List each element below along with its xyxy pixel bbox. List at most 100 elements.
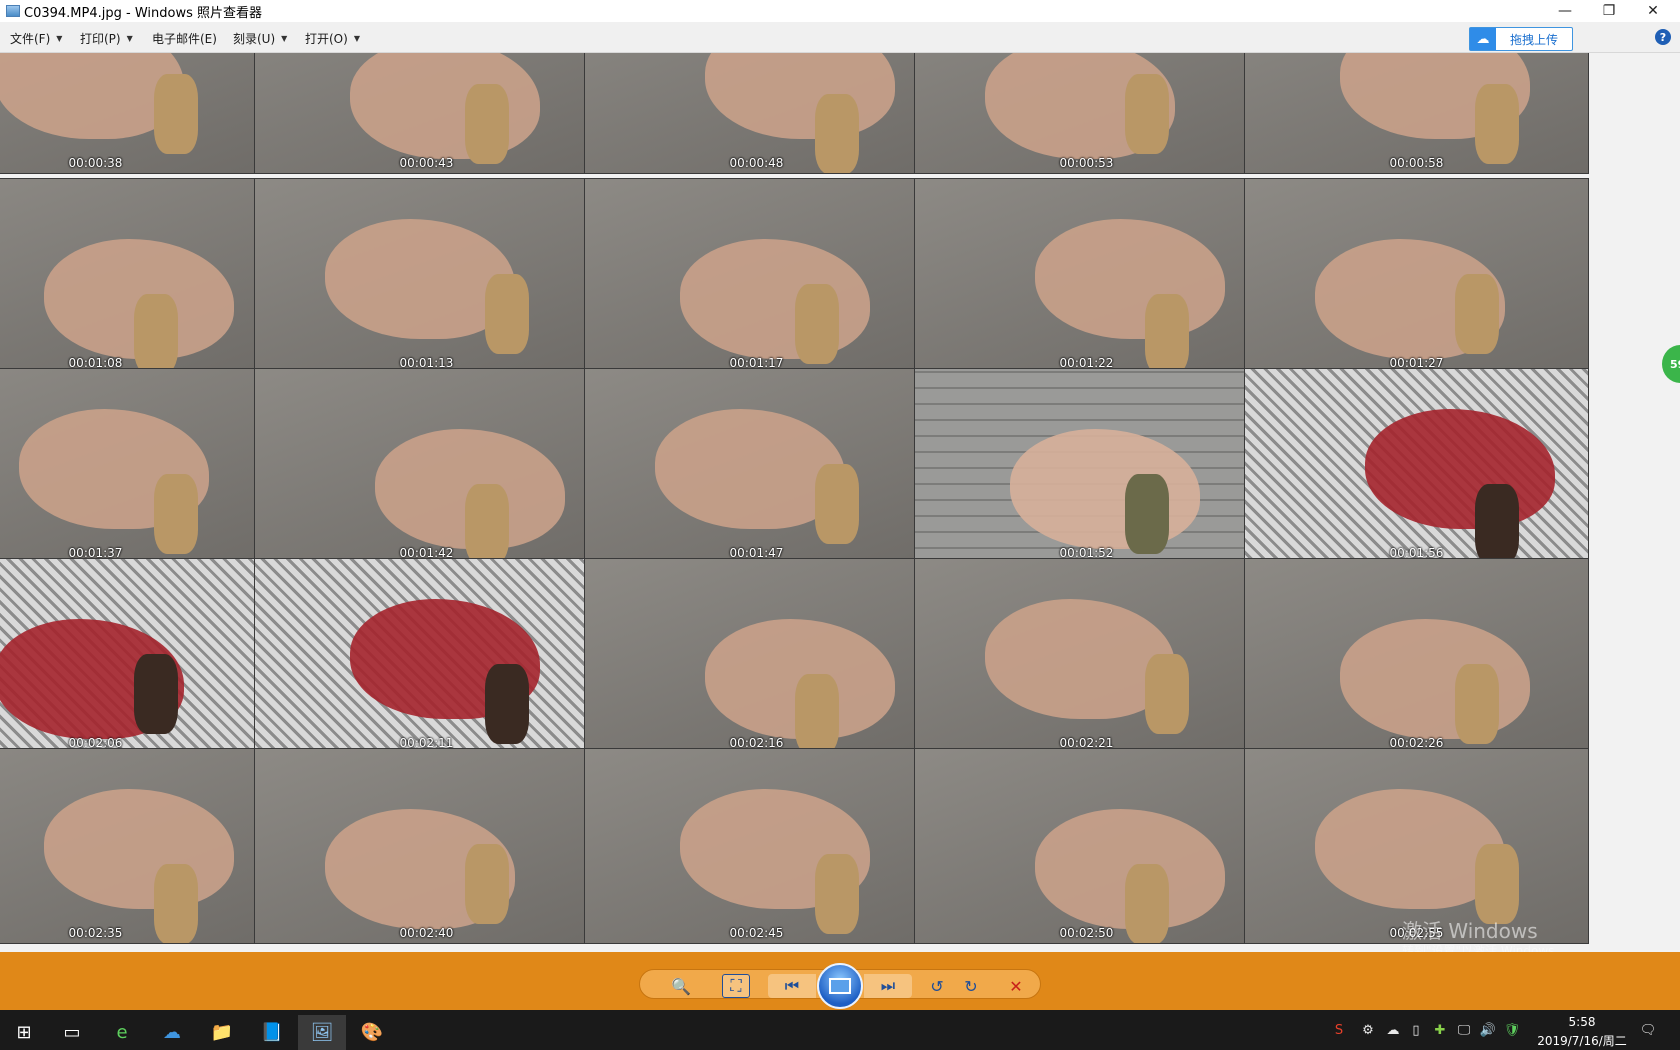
display-icon[interactable]: 🖵 bbox=[1456, 1022, 1472, 1038]
image-viewport[interactable]: 00:00:38 00:00:43 00:00:48 00:00:53 00:00:58… bbox=[0, 53, 1680, 952]
previous-icon: ⏮ bbox=[784, 976, 800, 995]
clock-time[interactable]: 5:58 bbox=[1530, 1015, 1634, 1029]
menu-burn[interactable]: 刻录(U) ▼ bbox=[233, 29, 287, 47]
clock-date[interactable]: 2019/7/16/周二 bbox=[1530, 1032, 1634, 1049]
rotate-left-button[interactable]: ↺ bbox=[924, 974, 950, 998]
next-icon: ⏭ bbox=[880, 976, 896, 995]
file-explorer-icon[interactable]: 📁 bbox=[198, 1015, 246, 1050]
thumbnail-frame: 00:01:52 bbox=[914, 368, 1259, 564]
thumbnail-detail bbox=[1475, 84, 1519, 164]
thumbnail-detail bbox=[134, 654, 178, 734]
thumbnail-frame: 00:02:45 bbox=[584, 748, 929, 944]
floating-badge[interactable]: 59 bbox=[1662, 345, 1680, 383]
thumbnail-detail bbox=[795, 284, 839, 364]
cloud-icon: ☁ bbox=[1470, 28, 1496, 50]
thumbnail-frame: 00:01:27 bbox=[1244, 178, 1589, 374]
thumbnail-detail bbox=[815, 464, 859, 544]
previous-button[interactable]: ⏮ bbox=[768, 974, 816, 998]
slideshow-button[interactable] bbox=[817, 963, 863, 1009]
thumbnail-timestamp: 00:02:50 bbox=[1059, 926, 1114, 940]
thumbnail-timestamp: 00:00:58 bbox=[1389, 156, 1444, 170]
baidu-netdisk-icon[interactable]: ☁ bbox=[148, 1015, 196, 1050]
thumbnail-frame: 00:01:47 bbox=[584, 368, 929, 564]
thumbnail-frame: 00:01:56 bbox=[1244, 368, 1589, 564]
notepad-icon[interactable]: 📘 bbox=[248, 1015, 296, 1050]
menu-open[interactable]: 打开(O) ▼ bbox=[305, 29, 360, 47]
title-bar: C0394.MP4.jpg - Windows 照片查看器 — ❐ ✕ bbox=[0, 0, 1680, 22]
rotate-right-icon: ↻ bbox=[964, 976, 978, 996]
close-button[interactable]: ✕ bbox=[1631, 0, 1675, 22]
slideshow-icon bbox=[829, 978, 851, 994]
thumbnail-detail bbox=[1125, 74, 1169, 154]
thumbnail-frame: 00:01:37 bbox=[0, 368, 268, 564]
thumbnail-frame: 00:01:17 bbox=[584, 178, 929, 374]
photo-viewer-app-icon bbox=[6, 5, 20, 17]
thumbnail-frame: 00:02:40 bbox=[254, 748, 599, 944]
thumbnail-detail bbox=[485, 274, 529, 354]
cloud-sync-icon[interactable]: ☁ bbox=[1385, 1022, 1401, 1038]
chevron-down-icon: ▼ bbox=[353, 33, 360, 43]
thumbnail-frame: 00:02:16 bbox=[584, 558, 929, 754]
security-plus-icon[interactable]: ✚ bbox=[1432, 1022, 1448, 1038]
thumbnail-frame: 00:00:58 bbox=[1244, 53, 1589, 174]
next-button[interactable]: ⏭ bbox=[864, 974, 912, 998]
thumbnail-frame: 00:00:38 bbox=[0, 53, 268, 174]
paint-icon[interactable]: 🎨 bbox=[348, 1015, 396, 1050]
thumbnail-timestamp: 00:00:43 bbox=[399, 156, 454, 170]
menu-open-label: 打开(O) bbox=[305, 31, 348, 46]
thumbnail-detail bbox=[465, 84, 509, 164]
shield-icon[interactable]: 🛡 bbox=[1504, 1022, 1521, 1038]
thumbnail-frame: 00:01:22 bbox=[914, 178, 1259, 374]
thumbnail-detail bbox=[815, 854, 859, 934]
thumbnail-frame: 00:02:06 bbox=[0, 558, 268, 754]
start-icon[interactable]: ⊞ bbox=[0, 1015, 48, 1050]
thumbnail-detail bbox=[485, 664, 529, 744]
photo-viewer-icon[interactable]: 🖼 bbox=[298, 1015, 346, 1050]
help-icon[interactable]: ? bbox=[1655, 29, 1671, 45]
thumbnail-detail bbox=[1475, 844, 1519, 924]
thumbnail-timestamp: 00:02:45 bbox=[729, 926, 784, 940]
notification-icon[interactable]: 🗨 bbox=[1640, 1022, 1657, 1038]
menu-burn-label: 刻录(U) bbox=[233, 31, 276, 46]
delete-icon: ✕ bbox=[1009, 976, 1023, 996]
drag-upload-button[interactable]: ☁ 拖拽上传 bbox=[1469, 27, 1573, 51]
thumbnail-frame: 00:01:42 bbox=[254, 368, 599, 564]
thumbnail-frame: 00:02:50 bbox=[914, 748, 1259, 944]
thumbnail-frame: 00:02:21 bbox=[914, 558, 1259, 754]
thumbnail-detail bbox=[1145, 654, 1189, 734]
zoom-button[interactable]: 🔍 bbox=[664, 974, 698, 998]
thumbnail-frame: 00:00:43 bbox=[254, 53, 599, 174]
network-icon[interactable]: ⚙ bbox=[1360, 1022, 1376, 1038]
zoom-icon: 🔍 bbox=[671, 976, 691, 996]
thumbnail-frame: 00:02:11 bbox=[254, 558, 599, 754]
taskbar: ⊞ ▭ e ☁ 📁 📘 🖼 🎨 S ⚙ ☁ ▯ ✚ 🖵 🔊 🛡 5:58 2019/7/16/周二 🗨 bbox=[0, 1010, 1680, 1050]
fit-to-window-button[interactable]: ⛶ bbox=[722, 974, 750, 998]
thumbnail-frame: 00:01:13 bbox=[254, 178, 599, 374]
menu-print-label: 打印(P) bbox=[80, 31, 121, 46]
window-title: C0394.MP4.jpg - Windows 照片查看器 bbox=[24, 5, 262, 21]
usb-icon[interactable]: ▯ bbox=[1408, 1022, 1424, 1038]
thumbnail-detail bbox=[154, 74, 198, 154]
rotate-right-button[interactable]: ↻ bbox=[958, 974, 984, 998]
restore-button[interactable]: ❐ bbox=[1587, 0, 1631, 22]
delete-button[interactable]: ✕ bbox=[1003, 974, 1029, 998]
thumbnail-timestamp: 00:00:53 bbox=[1059, 156, 1114, 170]
rotate-left-icon: ↺ bbox=[930, 976, 944, 996]
menu-email[interactable]: 电子邮件(E) bbox=[152, 29, 217, 47]
minimize-button[interactable]: — bbox=[1543, 0, 1587, 22]
thumbnail-detail bbox=[465, 844, 509, 924]
fit-to-window-icon: ⛶ bbox=[730, 976, 742, 995]
sogou-icon[interactable]: S bbox=[1331, 1022, 1347, 1038]
browser-icon[interactable]: e bbox=[98, 1015, 146, 1050]
menu-bar: 文件(F) ▼ 打印(P) ▼ 电子邮件(E) 刻录(U) ▼ 打开(O) ▼ bbox=[0, 22, 1680, 53]
volume-icon[interactable]: 🔊 bbox=[1480, 1022, 1496, 1038]
task-view-icon[interactable]: ▭ bbox=[48, 1015, 96, 1050]
chevron-down-icon: ▼ bbox=[281, 33, 288, 43]
thumbnail-timestamp: 00:00:48 bbox=[729, 156, 784, 170]
menu-file-label: 文件(F) bbox=[10, 31, 51, 46]
menu-print[interactable]: 打印(P) ▼ bbox=[80, 29, 133, 47]
thumbnail-frame: 00:00:48 bbox=[584, 53, 929, 174]
thumbnail-detail bbox=[1455, 274, 1499, 354]
thumbnail-frame: 00:02:26 bbox=[1244, 558, 1589, 754]
menu-file[interactable]: 文件(F) ▼ bbox=[10, 29, 62, 47]
